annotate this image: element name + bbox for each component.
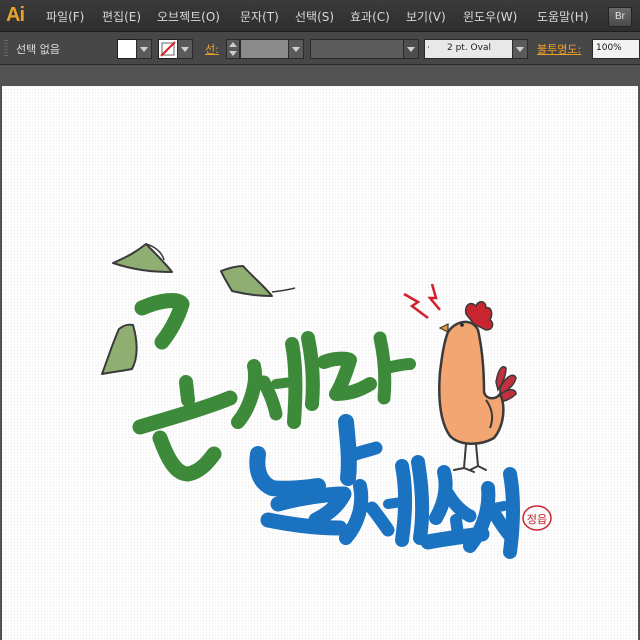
stroke-weight-dropdown[interactable] (288, 39, 304, 59)
brush-definition-field[interactable]: · 2 pt. Oval (424, 39, 514, 59)
menu-effect[interactable]: 효과(C) (350, 8, 390, 25)
menu-help[interactable]: 도움말(H) (537, 8, 589, 25)
artboard[interactable]: 정읍 (2, 86, 638, 640)
menu-bar: Ai 파일(F) 편집(E) 오브젝트(O) 문자(T) 선택(S) 효과(C)… (0, 0, 640, 32)
menu-object[interactable]: 오브젝트(O) (157, 8, 220, 25)
menu-edit[interactable]: 편집(E) (102, 8, 141, 25)
menu-file[interactable]: 파일(F) (46, 8, 84, 25)
money-bill-icon (220, 265, 296, 297)
selection-status: 선택 없음 (16, 43, 60, 56)
brush-definition-dropdown[interactable] (512, 39, 528, 59)
canvas-workspace[interactable]: 정읍 (0, 65, 640, 640)
control-bar: 선택 없음 선: · 2 pt. Oval 불투명도: 100% (0, 32, 640, 65)
opacity-label[interactable]: 불투명도: (537, 41, 581, 57)
brush-definition-value: 2 pt. Oval (447, 43, 491, 53)
brush-preview-icon: · (427, 43, 430, 53)
money-bill-icon (112, 243, 173, 273)
illustrator-logo-icon[interactable]: Ai (6, 3, 32, 27)
variable-width-profile[interactable] (310, 39, 406, 59)
menu-select[interactable]: 선택(S) (295, 8, 334, 25)
menu-type[interactable]: 문자(T) (240, 8, 279, 25)
alarm-spark-icon (403, 283, 441, 319)
stroke-dropdown-button[interactable] (177, 39, 193, 59)
panel-grip-handle[interactable] (4, 40, 8, 56)
menu-window[interactable]: 윈도우(W) (463, 8, 517, 25)
rooster-icon (438, 301, 517, 473)
no-stroke-icon (160, 41, 176, 57)
money-bill-icon (101, 323, 138, 375)
seal-text: 정읍 (527, 513, 547, 526)
fill-color-swatch[interactable] (117, 39, 137, 59)
seal-stamp-icon: 정읍 (522, 505, 552, 531)
artwork[interactable]: 정읍 (2, 86, 638, 640)
stroke-weight-label[interactable]: 선: (205, 41, 219, 57)
opacity-value: 100% (596, 43, 622, 53)
stroke-weight-stepper[interactable] (226, 39, 240, 59)
stroke-weight-field[interactable] (240, 39, 290, 59)
opacity-field[interactable]: 100% (592, 39, 640, 59)
stroke-color-swatch[interactable] (158, 39, 178, 59)
bridge-button[interactable]: Br (608, 7, 632, 27)
fill-dropdown-button[interactable] (136, 39, 152, 59)
variable-width-dropdown[interactable] (403, 39, 419, 59)
menu-view[interactable]: 보기(V) (406, 8, 446, 25)
